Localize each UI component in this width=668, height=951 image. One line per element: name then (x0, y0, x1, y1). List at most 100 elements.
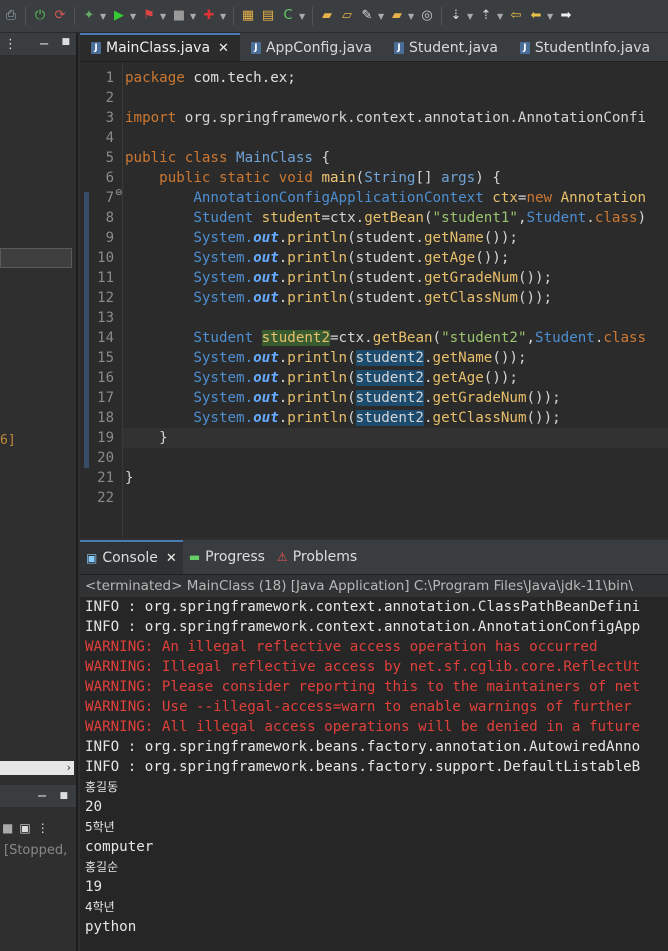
left-view-tabbar: ⋮ − ■ (0, 33, 76, 55)
tab-progress[interactable]: ▬ Progress (183, 540, 271, 574)
debug-arrow-icon[interactable]: ✦ (80, 6, 98, 26)
code-line-3: import org.springframework.context.annot… (125, 110, 647, 126)
view-menu-icon[interactable]: ⋮ (4, 37, 17, 52)
console-line: python (85, 919, 137, 935)
chevron-down-icon[interactable]: ▼ (378, 12, 386, 21)
run-icon[interactable]: ▶ (110, 6, 128, 26)
line-number: 14 (97, 330, 114, 346)
chevron-down-icon[interactable]: ▼ (130, 12, 138, 21)
tab-problems[interactable]: ⚠ Problems (271, 540, 363, 574)
new-class-icon[interactable]: C (279, 6, 297, 26)
java-file-icon: J (519, 42, 530, 54)
close-icon[interactable]: ✕ (166, 551, 177, 566)
close-icon[interactable]: ✕ (218, 41, 229, 56)
copy-icon[interactable]: ▣ (19, 821, 30, 835)
code-editor: J MainClass.java ✕ J AppConfig.java J St… (80, 33, 668, 538)
left-bottom-view-tabbar: − ■ (0, 785, 76, 807)
line-number: 10 (97, 250, 114, 266)
left-side-panel: ⋮ − ■ 6] › − ■ ■ ▣ ⋮ [Stopped, (0, 33, 78, 951)
tab-label: Console (102, 550, 158, 566)
refresh-icon[interactable]: ⟳ (51, 6, 69, 26)
new-java-project-icon[interactable]: ▦ (239, 6, 257, 26)
minimize-icon[interactable]: − (37, 789, 48, 804)
code-text-area[interactable]: package com.tech.ex; import org.springfr… (125, 62, 668, 538)
code-line-7: AnnotationConfigApplicationContext ctx=n… (125, 190, 647, 206)
problems-icon: ⚠ (276, 550, 288, 564)
code-line-11: System.out.println(student.getGradeNum()… (125, 270, 553, 286)
line-number: 4 (105, 130, 114, 146)
tab-mainclass-java[interactable]: J MainClass.java ✕ (80, 33, 240, 61)
console-line: 4학년 (85, 900, 115, 914)
tab-label: StudentInfo.java (534, 40, 651, 56)
chevron-down-icon[interactable]: ▼ (160, 12, 168, 21)
chevron-down-icon[interactable]: ▼ (408, 12, 416, 21)
line-number: 7 (105, 190, 114, 206)
line-number: 17 (97, 390, 114, 406)
chevron-down-icon[interactable]: ▼ (547, 12, 555, 21)
prev-annotation-icon[interactable]: ⇡ (477, 6, 495, 26)
code-line-9: System.out.println(student.getName()); (125, 230, 518, 246)
debug-power-icon[interactable]: ⏻ (31, 6, 49, 26)
maximize-icon[interactable]: ■ (59, 791, 68, 801)
chevron-down-icon[interactable]: ▼ (190, 12, 198, 21)
forward-icon[interactable]: ➡ (557, 6, 575, 26)
line-number: 19 (97, 430, 114, 446)
java-file-icon: J (91, 42, 101, 54)
next-annotation-icon[interactable]: ⇣ (447, 6, 465, 26)
maximize-icon[interactable]: ■ (61, 37, 70, 52)
tab-student-java[interactable]: J Student.java (383, 35, 509, 61)
line-number: 8 (105, 210, 114, 226)
line-number: 15 (97, 350, 114, 366)
chevron-down-icon[interactable]: ▼ (299, 12, 307, 21)
globe-icon[interactable]: ◎ (418, 6, 436, 26)
chevron-down-icon[interactable]: ▼ (220, 12, 228, 21)
console-line: 홍길순 (85, 860, 119, 874)
horizontal-scrollbar[interactable]: › (0, 761, 74, 775)
console-line: INFO : org.springframework.beans.factory… (85, 739, 641, 755)
tree-item-suffix: 6] (0, 433, 16, 448)
coverage-icon[interactable]: ✚ (200, 6, 218, 26)
brush-icon[interactable]: ✎ (358, 6, 376, 26)
progress-icon: ▬ (188, 550, 201, 564)
search-folder-icon[interactable]: ▰ (388, 6, 406, 26)
view-menu-icon[interactable]: ⋮ (37, 821, 49, 835)
editor-body[interactable]: 1 2 3 4 5 6 7 8 9 10 11 12 13 14 15 16 17 18 19 20 21 22 ⊖ pa… (80, 62, 668, 538)
code-line-16: System.out.println(student2.getAge()); (125, 370, 518, 386)
chevron-down-icon[interactable]: ▼ (497, 12, 505, 21)
console-line: 19 (85, 879, 103, 895)
toolbar-separator (74, 7, 75, 25)
back-history-icon[interactable]: ⬅ (527, 6, 545, 26)
tab-console[interactable]: ▣ Console ✕ (80, 540, 183, 574)
print-icon[interactable]: ⎙ (2, 6, 20, 26)
selected-tree-item[interactable] (0, 248, 72, 268)
left-bottom-toolbar: ■ ▣ ⋮ (0, 819, 78, 837)
chevron-down-icon[interactable]: ▼ (100, 12, 108, 21)
minimize-icon[interactable]: − (39, 37, 50, 52)
console-line: WARNING: Illegal reflective access by ne… (85, 659, 641, 675)
tab-appconfig-java[interactable]: J AppConfig.java (240, 35, 383, 61)
toolbar-separator (441, 7, 442, 25)
stop-icon[interactable]: ■ (170, 6, 188, 26)
new-package-icon[interactable]: ▤ (259, 6, 277, 26)
console-output[interactable]: INFO : org.springframework.context.annot… (80, 597, 668, 937)
tab-studentinfo-java[interactable]: J StudentInfo.java (509, 35, 661, 61)
console-view: ▣ Console ✕ ▬ Progress ⚠ Problems <termi… (80, 540, 668, 951)
run-config-icon[interactable]: ⚑ (140, 6, 158, 26)
code-line-10: System.out.println(student.getAge()); (125, 250, 510, 266)
console-line: 홍길동 (85, 780, 119, 794)
fold-collapse-icon[interactable]: ⊖ (115, 188, 123, 198)
open-folder-icon[interactable]: ▰ (318, 6, 336, 26)
line-number: 1 (105, 70, 114, 86)
console-line: 20 (85, 799, 103, 815)
chevron-right-icon[interactable]: › (67, 761, 71, 774)
chevron-down-icon[interactable]: ▼ (467, 12, 475, 21)
console-line: computer (85, 839, 154, 855)
back-icon[interactable]: ⇦ (507, 6, 525, 26)
terminate-icon[interactable]: ■ (2, 821, 13, 835)
console-line: INFO : org.springframework.context.annot… (85, 619, 641, 635)
console-tabbar: ▣ Console ✕ ▬ Progress ⚠ Problems (80, 540, 668, 575)
tab-label: Problems (292, 549, 358, 565)
console-process-label: <terminated> MainClass (18) [Java Applic… (80, 575, 668, 597)
open-type-icon[interactable]: ▱ (338, 6, 356, 26)
debug-stopped-label: [Stopped, (4, 843, 68, 858)
